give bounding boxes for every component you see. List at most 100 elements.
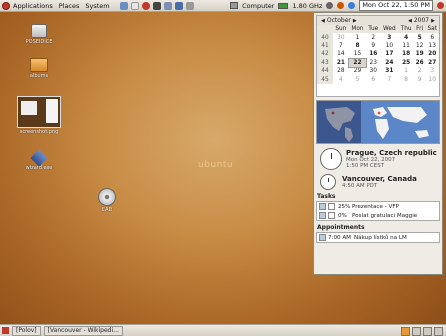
menu-places[interactable]: Places (59, 2, 80, 10)
week-number: 43 (317, 58, 333, 67)
next-month-icon[interactable]: ▶ (351, 18, 359, 24)
task-percent: 25% (338, 203, 351, 210)
prev-year-icon[interactable]: ◀ (406, 18, 414, 24)
calendar-day-today[interactable]: 22 (347, 57, 368, 69)
task-checkbox[interactable] (328, 203, 335, 210)
calendar-day[interactable]: 7 (380, 75, 398, 83)
calendar-day[interactable]: 29 (349, 67, 366, 75)
appointment-row[interactable]: 7:00 AM Nákup lístků na LM (317, 233, 439, 242)
menu-applications[interactable]: Applications (13, 2, 53, 10)
calendar-day[interactable]: 12 (414, 42, 426, 50)
task-row[interactable]: 25% Prezentace - VFP (317, 202, 439, 211)
calendar-day[interactable]: 2 (366, 33, 380, 41)
prev-month-icon[interactable]: ◀ (319, 18, 327, 24)
calendar-day[interactable]: 23 (366, 59, 380, 67)
calendar-day[interactable]: 9 (414, 75, 426, 83)
calendar-day[interactable]: 8 (398, 75, 414, 83)
calendar-day[interactable]: 28 (333, 67, 349, 75)
update-icon[interactable] (337, 2, 345, 9)
editor-launcher-icon[interactable] (163, 1, 172, 10)
taskbar-item[interactable]: [Vancouver - Wikipedi... (43, 325, 123, 336)
calendar-day[interactable]: 15 (349, 50, 366, 58)
calendar-day[interactable]: 11 (398, 42, 414, 50)
calendar-day[interactable]: 4 (398, 33, 414, 41)
desktop-icon-cd[interactable]: CAD (82, 188, 132, 213)
world-map[interactable] (316, 100, 440, 144)
power-icon[interactable] (437, 2, 444, 9)
panel-clock[interactable]: Mon Oct 22, 1:50 PM (359, 0, 433, 11)
desktop-icon-screenshot[interactable]: screenshot.png (14, 96, 64, 135)
calendar-day[interactable]: 1 (349, 33, 366, 41)
clock-icon (320, 148, 342, 170)
globe-icon[interactable] (348, 2, 356, 9)
calendar-day[interactable]: 5 (414, 33, 426, 41)
calendar-day[interactable]: 30 (366, 67, 380, 75)
computer-icon[interactable] (230, 2, 239, 9)
calendar-day[interactable]: 13 (425, 42, 439, 50)
australia-shape (415, 130, 429, 138)
desktop-icon-label: POSEIDICE (25, 39, 53, 45)
week-col-header (317, 25, 333, 34)
calendar-day[interactable]: 19 (414, 50, 426, 58)
network-label[interactable]: Computer (242, 2, 274, 10)
desktop-icon-folder[interactable]: albums (14, 58, 64, 79)
calendar-day[interactable]: 17 (380, 50, 398, 58)
calendar-day[interactable]: 14 (333, 50, 349, 58)
drive-icon (31, 24, 47, 38)
ubuntu-logo-icon[interactable] (2, 1, 10, 10)
calendar-day[interactable]: 25 (398, 59, 414, 67)
calendar-day[interactable]: 1 (398, 67, 414, 75)
calendar-grid: Sun Mon Tue Wed Thu Fri Sat 40 30 1 2 3 … (317, 25, 439, 84)
task-checkbox[interactable] (328, 212, 335, 219)
calendar-day[interactable]: 6 (425, 33, 439, 41)
next-year-icon[interactable]: ▶ (429, 18, 437, 24)
desktop-icon-label: screenshot.png (19, 129, 59, 135)
task-row[interactable]: 0% Poslat gratulaci Maggie (317, 211, 439, 220)
location-vancouver[interactable]: Vancouver, Canada 4:50 AM PDT (320, 174, 438, 190)
week-number: 44 (317, 66, 333, 76)
help-launcher-icon[interactable] (141, 1, 150, 10)
calendar-day[interactable]: 6 (366, 75, 380, 83)
terminal-launcher-icon[interactable] (152, 1, 161, 10)
calendar-day[interactable]: 31 (380, 67, 398, 75)
pointer-launcher-icon[interactable] (174, 1, 183, 10)
calendar-day[interactable]: 7 (333, 42, 349, 50)
calendar-day[interactable]: 8 (349, 42, 366, 50)
calendar-day[interactable]: 18 (398, 50, 414, 58)
calendar-day[interactable]: 2 (414, 67, 426, 75)
calendar-day[interactable]: 9 (366, 42, 380, 50)
calendar-day[interactable]: 5 (349, 75, 366, 83)
calendar-day[interactable]: 21 (333, 59, 349, 67)
weekday-header: Tue (366, 25, 381, 34)
taskbar-item[interactable]: [Polov] (12, 325, 41, 336)
show-desktop-icon[interactable] (2, 327, 9, 334)
cpu-frequency[interactable]: 1.80 GHz (292, 2, 322, 10)
volume-icon[interactable] (326, 2, 334, 9)
week-number: 40 (317, 33, 333, 42)
desktop-icon-program[interactable]: wizard.exe (14, 149, 64, 171)
battery-icon[interactable] (278, 2, 289, 9)
calendar-day[interactable]: 27 (425, 59, 439, 67)
week-number: 41 (317, 41, 333, 51)
calendar-day[interactable]: 16 (366, 50, 380, 58)
calendar-header: ◀ October ▶ ◀ 2007 ▶ (317, 16, 439, 25)
calendar-day[interactable]: 26 (414, 59, 426, 67)
folder-icon (30, 58, 48, 72)
calendar-day[interactable]: 10 (425, 75, 439, 83)
calendar-day[interactable]: 3 (425, 67, 439, 75)
location-prague[interactable]: Prague, Czech republic Mon Oct 22, 2007 … (320, 148, 438, 170)
launcher-area (119, 1, 197, 10)
calendar-day[interactable]: 3 (380, 33, 398, 41)
calendar-day[interactable]: 20 (425, 50, 439, 58)
browser-launcher-icon[interactable] (119, 1, 128, 10)
app-launcher-icon[interactable] (185, 1, 194, 10)
desktop-icon-drive[interactable]: POSEIDICE (14, 24, 64, 45)
calendar-day[interactable]: 30 (333, 33, 349, 41)
tasks-section: Tasks 25% Prezentace - VFP 0% Poslat gra… (316, 193, 440, 221)
calendar-month: October (326, 17, 351, 24)
calendar-day[interactable]: 4 (333, 75, 349, 83)
calendar-day[interactable]: 10 (380, 42, 398, 50)
menu-system[interactable]: System (85, 2, 109, 10)
mail-launcher-icon[interactable] (130, 1, 139, 10)
calendar-day[interactable]: 24 (380, 59, 398, 67)
